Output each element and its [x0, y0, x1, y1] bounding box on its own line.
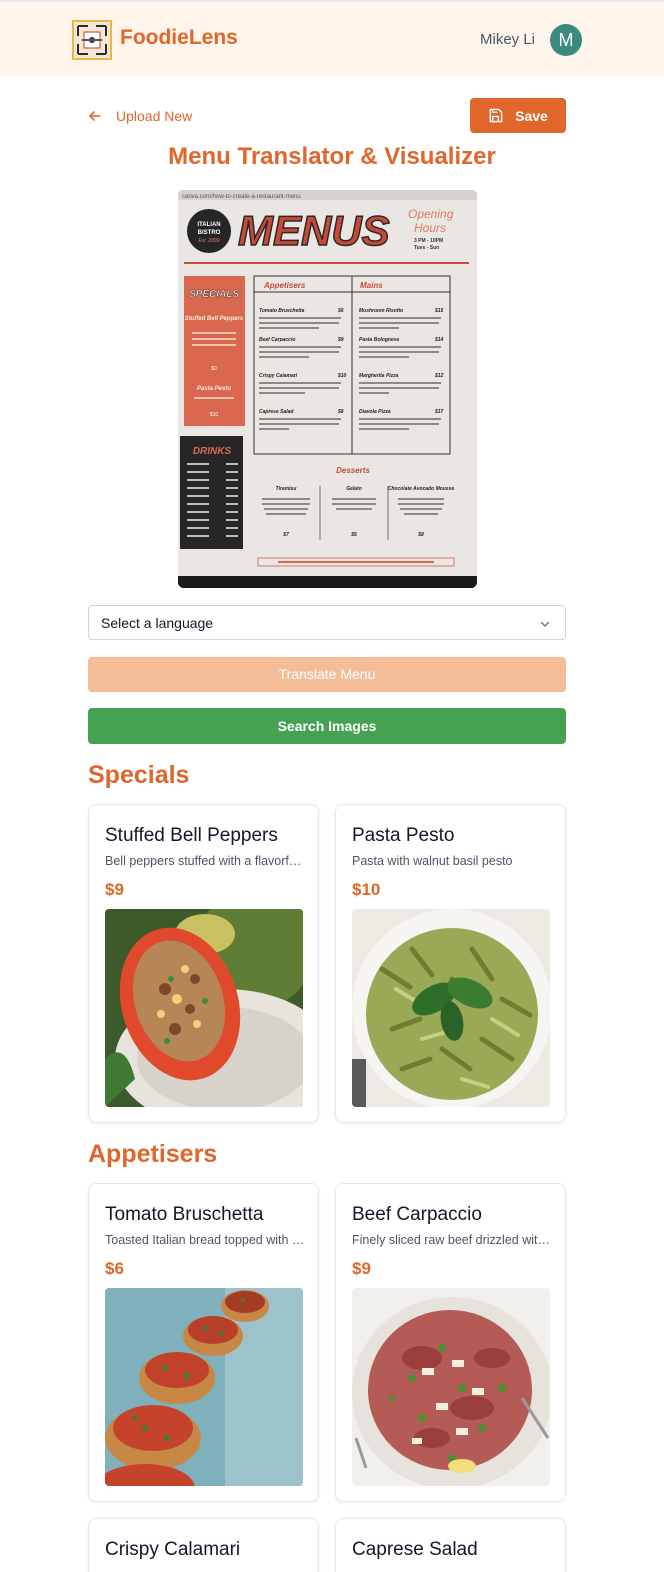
dish-price: $9 [352, 1259, 371, 1278]
menu-drinks-title: DRINKS [193, 446, 232, 457]
dish-card[interactable]: Crispy Calamari [88, 1518, 319, 1572]
menu-dessert-2-price: $5 [350, 532, 357, 538]
menu-hours-2: Tues - Sun [414, 245, 439, 251]
dish-photo-pasta-pesto [352, 909, 550, 1107]
dish-description: Finely sliced raw beef drizzled with a z… [352, 1233, 552, 1247]
dish-name: Pasta Pesto [352, 825, 455, 846]
menu-badge-line2: BISTRO [198, 230, 221, 236]
menu-appetiser-1-price: $6 [337, 308, 344, 314]
menu-special-1-price: $9 [211, 366, 217, 372]
menu-appetiser-2: Beef Carpaccio [259, 337, 295, 343]
upload-new-label: Upload New [116, 108, 193, 124]
dish-photo-bruschetta [105, 1288, 303, 1486]
menu-main-3: Margherita Pizza [359, 373, 399, 379]
app-logo[interactable] [72, 20, 112, 60]
dish-name: Crispy Calamari [105, 1539, 241, 1560]
save-label: Save [515, 107, 548, 124]
uploaded-menu-image: canva.com/how-to-create-a-restaurant-men… [178, 190, 477, 588]
menu-appetiser-1: Tomato Bruschetta [259, 308, 305, 314]
section-title-appetisers: Appetisers [88, 1140, 218, 1168]
menu-main-2-price: $14 [434, 337, 444, 343]
dish-name: Stuffed Bell Peppers [105, 825, 278, 846]
menu-col-appetisers: Appetisers [263, 281, 306, 290]
menu-appetiser-4-price: $8 [337, 409, 344, 415]
dish-card[interactable]: Beef Carpaccio Finely sliced raw beef dr… [335, 1183, 566, 1502]
search-images-button[interactable]: Search Images [88, 708, 566, 744]
app-header: FoodieLens Mikey Li M [0, 0, 664, 76]
menu-main-2: Pasta Bolognese [359, 337, 400, 343]
menu-badge-line3: Est. 2999 [198, 238, 219, 244]
menu-appetiser-2-price: $9 [337, 337, 344, 343]
menu-dessert-1: Tiramisu [276, 486, 297, 492]
menu-appetiser-4: Caprese Salad [259, 409, 294, 415]
menu-special-2: Pasta Pesto [197, 386, 231, 392]
language-select[interactable]: Select a language [88, 605, 566, 640]
save-button[interactable]: Save [470, 98, 566, 133]
save-icon [489, 108, 503, 123]
menu-main-4: Diavola Pizza [359, 409, 391, 415]
user-name: Mikey Li [480, 31, 536, 48]
dish-price: $6 [105, 1259, 124, 1278]
dish-description: Pasta with walnut basil pesto [352, 854, 513, 868]
logo-icon [74, 22, 110, 58]
menu-dessert-3: Chocolate Avocado Mousse [388, 486, 455, 492]
menu-badge-line1: ITALIAN [197, 222, 220, 228]
menu-dessert-3-price: $8 [417, 532, 424, 538]
dish-name: Beef Carpaccio [352, 1204, 482, 1225]
menu-hours-1: 3 PM - 10PM [414, 238, 443, 244]
dish-price: $9 [105, 880, 124, 899]
upload-new-link[interactable]: Upload New [88, 105, 192, 127]
dish-name: Caprese Salad [352, 1539, 478, 1560]
dish-card[interactable]: Caprese Salad [335, 1518, 566, 1572]
dish-card[interactable]: Pasta Pesto Pasta with walnut basil pest… [335, 804, 566, 1123]
avatar[interactable]: M [550, 24, 582, 56]
menu-hours-title-2: Hours [414, 221, 446, 235]
section-title-specials: Specials [88, 761, 190, 789]
dish-description: Bell peppers stuffed with a flavorful mi… [105, 854, 305, 868]
dish-name: Tomato Bruschetta [105, 1204, 264, 1225]
menu-main-4-price: $17 [434, 409, 444, 415]
menu-main-1-price: $15 [434, 308, 444, 314]
menu-caption: canva.com/how-to-create-a-restaurant-men… [182, 194, 301, 200]
brand-name[interactable]: FoodieLens [120, 26, 238, 50]
translate-menu-button[interactable]: Translate Menu [88, 657, 566, 692]
dish-card[interactable]: Tomato Bruschetta Toasted Italian bread … [88, 1183, 319, 1502]
dish-photo-carpaccio [352, 1288, 550, 1486]
menu-dessert-1-price: $7 [282, 532, 289, 538]
menu-special-2-price: $10 [210, 412, 219, 418]
menu-dessert-2: Gelato [346, 486, 362, 492]
menu-desserts-title: Desserts [336, 466, 370, 475]
menu-appetiser-3-price: $10 [337, 373, 347, 379]
menu-main-1: Mushroom Risotto [359, 308, 403, 314]
menu-special-1: Stuffed Bell Peppers [185, 316, 244, 322]
language-select-value: Select a language [101, 615, 214, 631]
menu-heading: MENUS [238, 207, 390, 254]
menu-specials-title: SPECIALS [189, 289, 239, 300]
dish-price: $10 [352, 880, 381, 899]
dish-card[interactable]: Stuffed Bell Peppers Bell peppers stuffe… [88, 804, 319, 1123]
menu-hours-title-1: Opening [408, 207, 454, 221]
menu-main-3-price: $12 [434, 373, 444, 379]
dish-description: Toasted Italian bread topped with a flav… [105, 1233, 305, 1247]
page-title: Menu Translator & Visualizer [168, 143, 496, 170]
menu-appetiser-3: Crispy Calamari [259, 373, 298, 379]
menu-col-mains: Mains [360, 281, 383, 290]
chevron-down-icon [540, 621, 550, 627]
dish-photo-stuffed-peppers [105, 909, 303, 1107]
arrow-left-icon [89, 111, 101, 121]
